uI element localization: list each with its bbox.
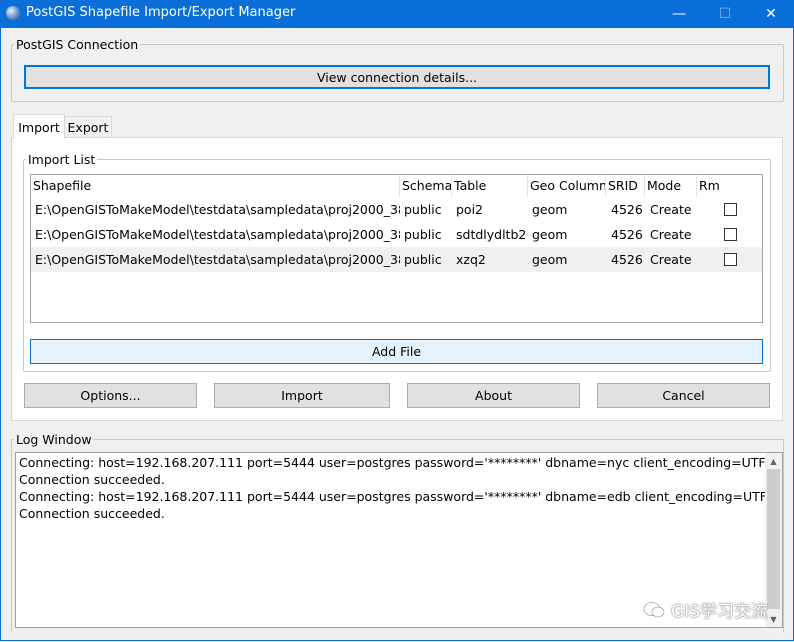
import-list-table[interactable]: Shapefile Schema Table Geo Column SRID M… (30, 174, 763, 323)
tab-import[interactable]: Import (13, 114, 65, 139)
cell-table: poi2 (456, 202, 484, 217)
table-row[interactable]: E:\OpenGISToMakeModel\testdata\sampledat… (31, 222, 762, 247)
cell-shapefile: E:\OpenGISToMakeModel\testdata\sampledat… (35, 252, 400, 267)
column-header-geo-column[interactable]: Geo Column (528, 175, 606, 197)
import-list-group-label: Import List (26, 152, 98, 167)
cell-geo-column: geom (532, 227, 568, 242)
cell-mode: Create (650, 227, 692, 242)
column-header-schema[interactable]: Schema (400, 175, 452, 197)
cell-srid: 4526 (611, 227, 643, 242)
log-line: Connection succeeded. (19, 506, 165, 521)
column-header-shapefile[interactable]: Shapefile (31, 175, 400, 197)
scroll-up-icon[interactable]: ▲ (765, 453, 782, 469)
rm-checkbox[interactable] (724, 203, 737, 216)
cell-srid: 4526 (611, 202, 643, 217)
cell-schema: public (404, 227, 442, 242)
column-header-srid[interactable]: SRID (606, 175, 645, 197)
cell-srid: 4526 (611, 252, 643, 267)
scroll-thumb[interactable] (767, 469, 780, 609)
watermark-text: GIS学习交流 (671, 602, 768, 622)
tab-export[interactable]: Export (64, 116, 112, 138)
minimize-button[interactable]: — (656, 0, 702, 28)
cell-geo-column: geom (532, 252, 568, 267)
cell-shapefile: E:\OpenGISToMakeModel\testdata\sampledat… (35, 227, 400, 242)
column-header-rm[interactable]: Rm (697, 175, 762, 197)
window-title: PostGIS Shapefile Import/Export Manager (26, 5, 296, 20)
cell-table: xzq2 (456, 252, 486, 267)
cell-table: sdtdlydltb2 (456, 227, 527, 242)
log-line: Connecting: host=192.168.207.111 port=54… (19, 489, 775, 504)
connection-group-label: PostGIS Connection (14, 37, 141, 52)
rm-checkbox[interactable] (724, 228, 737, 241)
cell-shapefile: E:\OpenGISToMakeModel\testdata\sampledat… (35, 202, 400, 217)
table-row[interactable]: E:\OpenGISToMakeModel\testdata\sampledat… (31, 247, 762, 272)
column-header-mode[interactable]: Mode (645, 175, 697, 197)
wechat-icon (643, 601, 665, 617)
log-line: Connection succeeded. (19, 472, 165, 487)
import-button[interactable]: Import (214, 383, 390, 408)
column-header-table[interactable]: Table (452, 175, 528, 197)
cell-mode: Create (650, 252, 692, 267)
log-window-label: Log Window (14, 432, 94, 447)
add-file-button[interactable]: Add File (30, 339, 763, 364)
watermark: GIS学习交流 (643, 597, 768, 622)
cell-geo-column: geom (532, 202, 568, 217)
view-connection-details-button[interactable]: View connection details... (24, 65, 770, 89)
table-row[interactable]: E:\OpenGISToMakeModel\testdata\sampledat… (31, 197, 762, 222)
cancel-button[interactable]: Cancel (597, 383, 770, 408)
maximize-button[interactable]: ☐ (702, 0, 748, 28)
cell-schema: public (404, 252, 442, 267)
app-globe-icon (6, 6, 20, 20)
log-line: Connecting: host=192.168.207.111 port=54… (19, 455, 774, 470)
close-button[interactable]: ✕ (748, 0, 794, 28)
cell-mode: Create (650, 202, 692, 217)
cell-schema: public (404, 202, 442, 217)
about-button[interactable]: About (407, 383, 580, 408)
title-bar[interactable]: PostGIS Shapefile Import/Export Manager … (0, 0, 794, 28)
options-button[interactable]: Options... (24, 383, 197, 408)
rm-checkbox[interactable] (724, 253, 737, 266)
